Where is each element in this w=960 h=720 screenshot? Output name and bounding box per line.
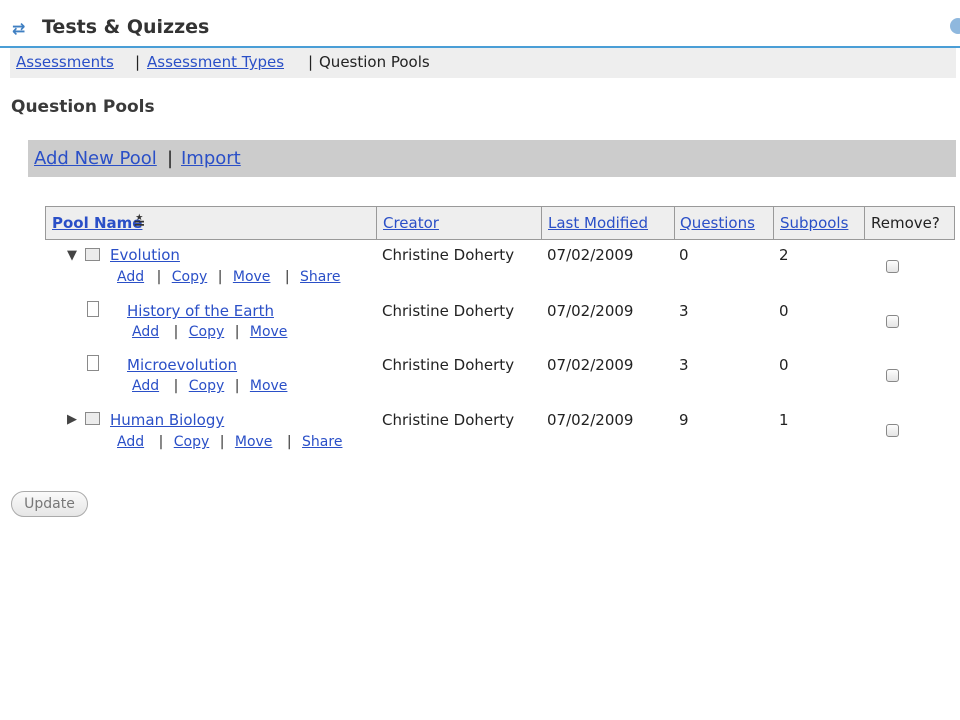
nav-assessments-link[interactable]: Assessments (16, 53, 114, 71)
action-separator: | (217, 269, 223, 285)
column-divider (674, 206, 675, 240)
subpools-cell: 0 (779, 302, 789, 320)
copy-link[interactable]: Copy (189, 324, 225, 340)
remove-checkbox[interactable] (886, 315, 899, 328)
add-link[interactable]: Add (117, 434, 144, 450)
nav-separator: | (135, 53, 141, 71)
folder-icon (85, 248, 100, 261)
remove-checkbox[interactable] (886, 424, 899, 437)
modified-cell: 07/02/2009 (547, 246, 634, 264)
questions-cell: 3 (679, 356, 689, 374)
page-title: Question Pools (11, 97, 155, 117)
column-divider (773, 206, 774, 240)
action-bar: Add New Pool | Import (28, 140, 956, 177)
pool-actions: Add | Copy | Move | Share (117, 269, 340, 285)
file-icon (87, 301, 99, 317)
header-questions[interactable]: Questions (680, 214, 755, 232)
add-link[interactable]: Add (117, 269, 144, 285)
copy-link[interactable]: Copy (174, 434, 210, 450)
add-link[interactable]: Add (132, 324, 159, 340)
pool-name-link[interactable]: History of the Earth (127, 302, 274, 320)
share-link[interactable]: Share (302, 434, 342, 450)
modified-cell: 07/02/2009 (547, 302, 634, 320)
header-remove: Remove? (871, 214, 940, 232)
action-separator: | (234, 324, 240, 340)
creator-cell: Christine Doherty (382, 356, 515, 374)
creator-cell: Christine Doherty (382, 302, 515, 320)
pool-name-link[interactable]: Human Biology (110, 411, 224, 429)
add-link[interactable]: Add (132, 378, 159, 394)
subpools-cell: 0 (779, 356, 789, 374)
action-separator: | (173, 378, 179, 394)
questions-cell: 0 (679, 246, 689, 264)
file-icon (87, 355, 99, 371)
header-subpools[interactable]: Subpools (780, 214, 848, 232)
remove-checkbox[interactable] (886, 369, 899, 382)
creator-cell: Christine Doherty (382, 246, 515, 264)
column-divider (376, 206, 377, 240)
pool-name-link[interactable]: Microevolution (127, 356, 237, 374)
subpools-cell: 1 (779, 411, 789, 429)
move-link[interactable]: Move (250, 378, 288, 394)
header-creator[interactable]: Creator (383, 214, 439, 232)
app-title: Tests & Quizzes (42, 16, 210, 38)
action-separator: | (158, 434, 164, 450)
action-separator: | (219, 434, 225, 450)
help-icon[interactable] (950, 18, 960, 34)
questions-cell: 3 (679, 302, 689, 320)
pool-actions: Add | Copy | Move | Share (117, 434, 342, 450)
move-link[interactable]: Move (233, 269, 271, 285)
questions-cell: 9 (679, 411, 689, 429)
subpools-cell: 2 (779, 246, 789, 264)
creator-cell: Christine Doherty (382, 411, 515, 429)
pool-name-link[interactable]: Evolution (110, 246, 180, 264)
column-divider (864, 206, 865, 240)
expand-toggle-icon[interactable]: ▶ (67, 412, 77, 427)
share-link[interactable]: Share (300, 269, 340, 285)
add-new-pool-link[interactable]: Add New Pool (34, 148, 157, 169)
nav-separator: | (308, 53, 314, 71)
action-separator: | (286, 434, 292, 450)
sort-ascending-icon[interactable]: ≛ (133, 214, 146, 232)
column-divider (541, 206, 542, 240)
import-link[interactable]: Import (181, 148, 241, 169)
refresh-icon[interactable]: ⇄ (12, 19, 25, 38)
pool-actions: Add | Copy | Move (132, 324, 287, 340)
action-separator: | (156, 269, 162, 285)
folder-icon (85, 412, 100, 425)
action-separator: | (167, 148, 174, 169)
update-button[interactable]: Update (11, 491, 88, 517)
header-pool-name[interactable]: Pool Name (52, 214, 142, 232)
modified-cell: 07/02/2009 (547, 356, 634, 374)
action-separator: | (234, 378, 240, 394)
copy-link[interactable]: Copy (172, 269, 208, 285)
modified-cell: 07/02/2009 (547, 411, 634, 429)
nav-question-pools-current: Question Pools (319, 53, 430, 71)
tool-nav: Assessments | Assessment Types | Questio… (10, 48, 956, 78)
copy-link[interactable]: Copy (189, 378, 225, 394)
remove-checkbox[interactable] (886, 260, 899, 273)
move-link[interactable]: Move (235, 434, 273, 450)
move-link[interactable]: Move (250, 324, 288, 340)
header-last-modified[interactable]: Last Modified (548, 214, 648, 232)
nav-assessment-types-link[interactable]: Assessment Types (147, 53, 284, 71)
action-separator: | (284, 269, 290, 285)
collapse-toggle-icon[interactable]: ▼ (67, 248, 77, 263)
action-separator: | (173, 324, 179, 340)
pool-actions: Add | Copy | Move (132, 378, 287, 394)
